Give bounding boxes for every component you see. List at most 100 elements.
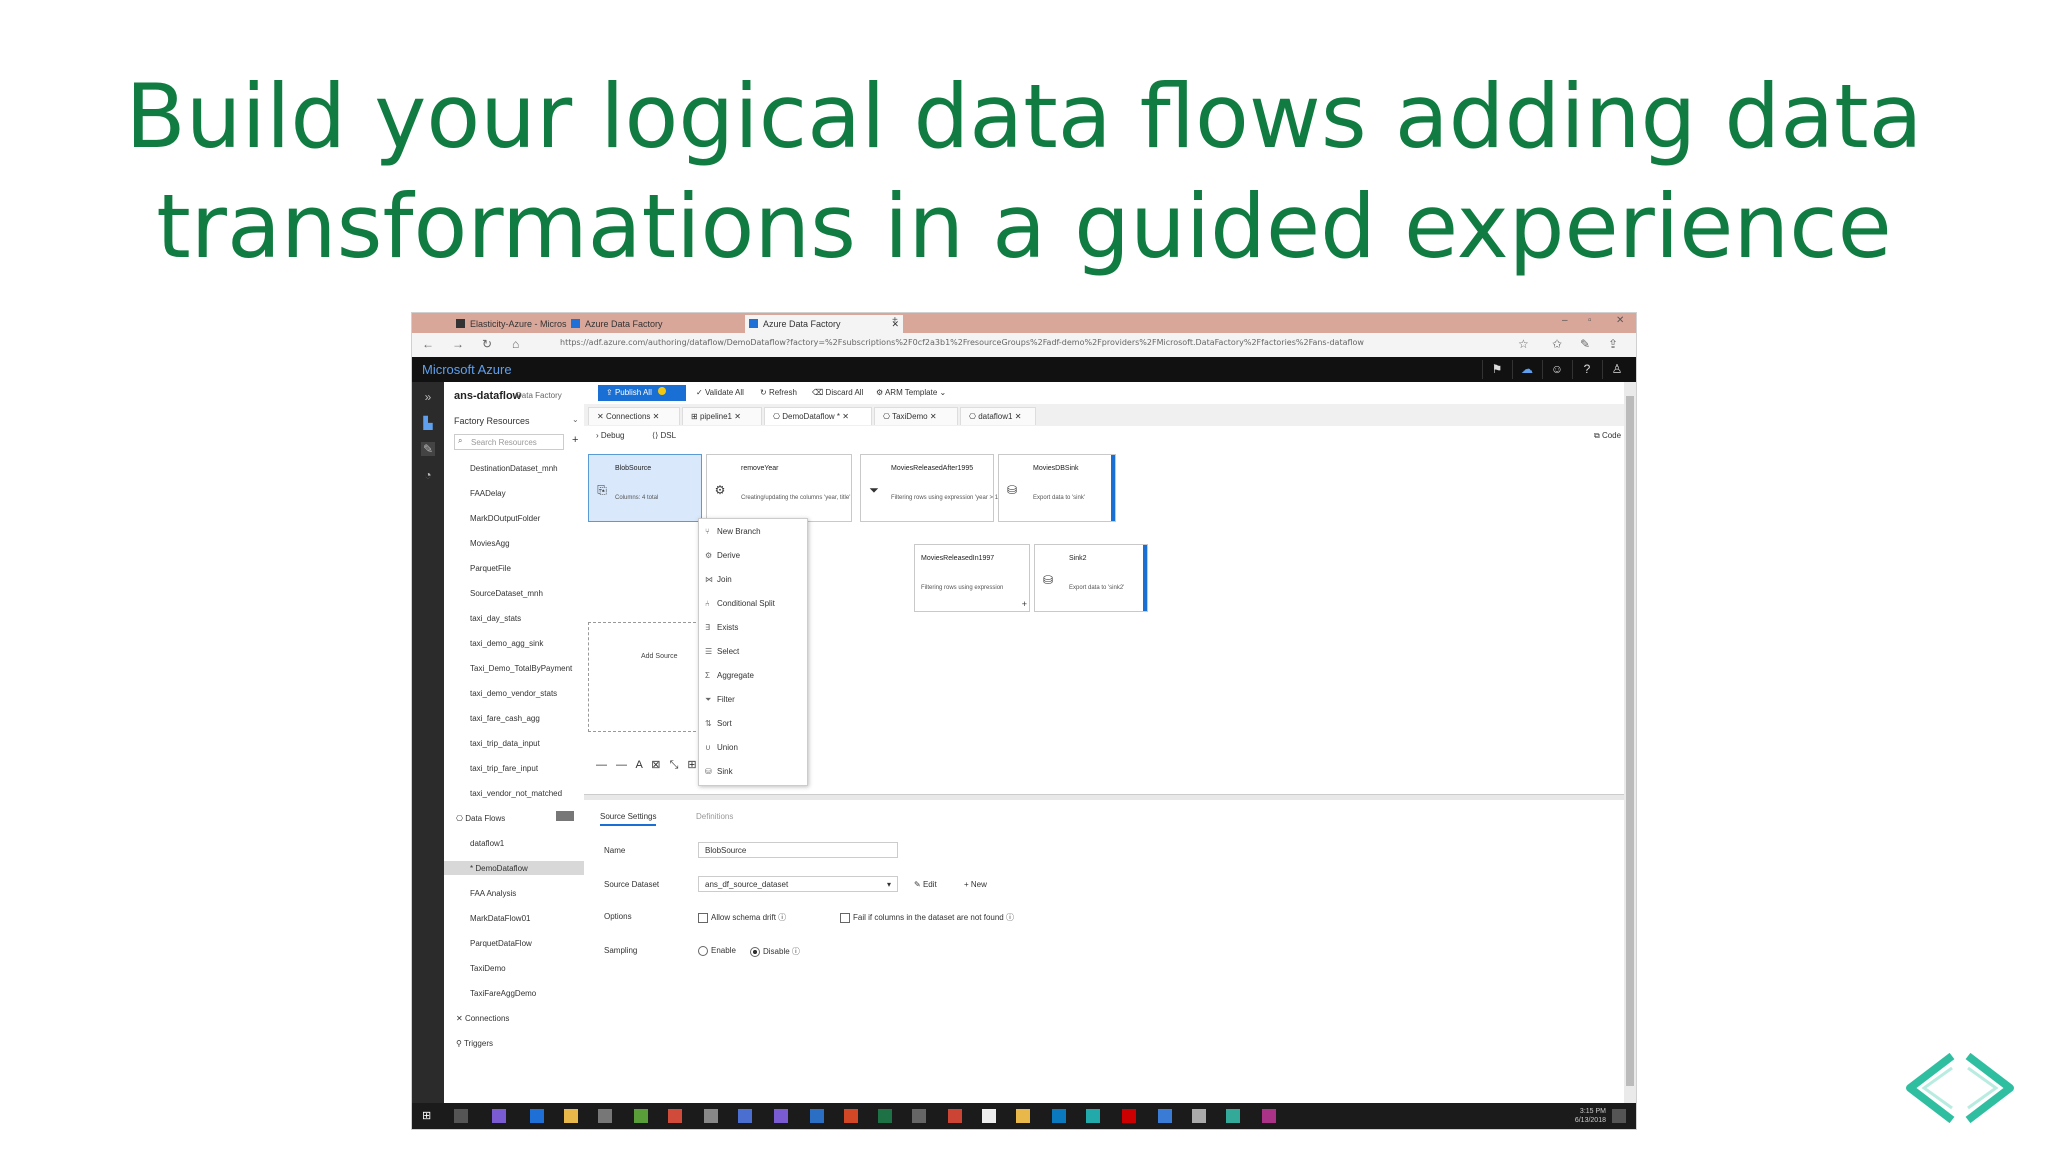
collapse-all-icon[interactable]: ⌄ [572,415,579,424]
powerpoint-icon[interactable] [844,1109,858,1123]
code-button[interactable]: ⧉ Code [1594,431,1621,441]
sink-node[interactable]: ⛁ MoviesDBSink Export data to 'sink' [998,454,1116,522]
search-icon[interactable] [704,1109,718,1123]
dataset-item[interactable]: FAADelay [470,489,506,498]
refresh-icon[interactable]: ↻ [482,337,492,351]
feedback-icon[interactable]: ⚑ [1482,360,1511,379]
menu-item-derive[interactable]: ⚙ Derive [705,549,801,563]
search-input[interactable]: Search Resources [454,434,564,450]
back-icon[interactable]: ← [422,337,434,351]
user-icon[interactable]: ♙ [1602,360,1631,379]
triggers-group[interactable]: ⚲ Triggers [456,1039,493,1048]
tab-definitions[interactable]: Definitions [696,812,733,821]
schema-drift-checkbox[interactable]: Allow schema drift ⓘ [698,912,786,923]
browser-tab[interactable]: Elasticity-Azure - Micros [452,315,582,333]
browser-tab-active[interactable]: Azure Data Factory ✕ [745,315,903,333]
start-icon[interactable]: ⊞ [422,1109,436,1123]
vscode-icon[interactable] [738,1109,752,1123]
tab-taxidemo[interactable]: ⎔ TaxiDemo ✕ [874,407,958,425]
menu-item-exists[interactable]: ∃ Exists [705,621,801,635]
menu-item-new-branch[interactable]: ⑂ New Branch [705,525,801,539]
discard-all-button[interactable]: ⌫ Discard All [812,388,863,397]
dataset-item[interactable]: MarkDOutputFolder [470,514,540,523]
dataset-item[interactable]: taxi_demo_vendor_stats [470,689,557,698]
debug-toggle[interactable]: › Debug [596,431,624,440]
menu-item-select[interactable]: ☰ Select [705,645,801,659]
dataset-item[interactable]: taxi_trip_data_input [470,739,540,748]
dataflow-item[interactable]: FAA Analysis [470,889,516,898]
word-icon[interactable] [810,1109,824,1123]
dataset-item[interactable]: taxi_vendor_not_matched [470,789,562,798]
source-node[interactable]: ⎘ BlobSource Columns: 4 total [588,454,702,522]
dataset-item[interactable]: Taxi_Demo_TotalByPayment [470,664,572,673]
filter-node[interactable]: ⏷ MoviesReleasedAfter1995 Filtering rows… [860,454,1009,522]
dataflow-item[interactable]: dataflow1 [470,839,504,848]
dataset-item[interactable]: taxi_day_stats [470,614,521,623]
arm-template-button[interactable]: ⚙ ARM Template ⌄ [876,388,946,397]
monitor-icon[interactable]: ◔ [421,468,435,482]
dataset-item[interactable]: MoviesAgg [470,539,510,548]
dataset-item[interactable]: DestinationDataset_mnh [470,464,558,473]
app-icon[interactable] [1158,1109,1172,1123]
pen-icon[interactable]: ✎ [1580,337,1590,351]
filter-node-2[interactable]: MoviesReleasedIn1997 Filtering rows usin… [914,544,1030,612]
tab-connections[interactable]: ✕ Connections ✕ [588,407,680,425]
menu-item-sink[interactable]: ⛁ Sink [705,765,801,779]
task-view-icon[interactable] [454,1109,468,1123]
tab-source-settings[interactable]: Source Settings [600,812,657,826]
menu-item-join[interactable]: ⋈ Join [705,573,801,587]
notifications-icon[interactable] [1612,1109,1626,1123]
add-transform-icon[interactable]: + [1022,599,1027,609]
sink-node-2[interactable]: ⛁ Sink2 Export data to 'sink2' [1034,544,1148,612]
fail-missing-columns-checkbox[interactable]: Fail if columns in the dataset are not f… [840,912,1014,923]
app-icon[interactable] [948,1109,962,1123]
dataflow-item[interactable]: TaxiFareAggDemo [470,989,536,998]
dataset-item[interactable]: taxi_demo_agg_sink [470,639,543,648]
dataset-item[interactable]: taxi_trip_fare_input [470,764,538,773]
app-icon[interactable] [634,1109,648,1123]
url-field[interactable]: https://adf.azure.com/authoring/dataflow… [560,338,1480,352]
publish-all-button[interactable]: ⇪ Publish All [598,385,686,401]
add-resource-icon[interactable]: + [572,434,578,446]
chrome-icon[interactable] [668,1109,682,1123]
app-icon[interactable] [598,1109,612,1123]
dataset-item[interactable]: SourceDataset_mnh [470,589,543,598]
dataflow-item[interactable]: MarkDataFlow01 [470,914,530,923]
refresh-button[interactable]: ↻ Refresh [760,388,797,397]
visual-studio-icon[interactable] [492,1109,506,1123]
outlook-icon[interactable] [1052,1109,1066,1123]
dataflow-canvas[interactable]: ⎘ BlobSource Columns: 4 total ⚙ removeYe… [584,446,1636,794]
derived-column-node[interactable]: ⚙ removeYear Creating/updating the colum… [706,454,852,522]
minimize-icon[interactable]: – [1562,315,1568,326]
app-icon[interactable] [912,1109,926,1123]
menu-item-union[interactable]: ∪ Union [705,741,801,755]
validate-all-button[interactable]: ✓ Validate All [696,388,744,397]
menu-item-sort[interactable]: ⇅ Sort [705,717,801,731]
connections-group[interactable]: ✕ Connections [456,1014,509,1023]
menu-item-filter[interactable]: ⏷ Filter [705,693,801,707]
factory-type[interactable]: Data Factory [516,391,562,400]
menu-item-aggregate[interactable]: Σ Aggregate [705,669,801,683]
tab-dataflow1[interactable]: ⎔ dataflow1 ✕ [960,407,1036,425]
sampling-disable-radio[interactable]: Disable ⓘ [750,946,800,957]
favorites-icon[interactable]: ✩ [1552,337,1562,351]
dataflow-item[interactable]: TaxiDemo [470,964,506,973]
skype-icon[interactable] [1226,1109,1240,1123]
cloud-icon[interactable]: ☁ [1512,360,1541,379]
favorite-star-icon[interactable]: ☆ [1518,337,1529,351]
pdf-icon[interactable] [1122,1109,1136,1123]
dataset-item[interactable]: taxi_fare_cash_agg [470,714,540,723]
clock[interactable]: 3:15 PM 6/13/2018 [1575,1107,1606,1125]
share-icon[interactable]: ⇪ [1608,337,1618,351]
help-icon[interactable]: ? [1572,360,1601,379]
menu-item-conditional-split[interactable]: ⑃ Conditional Split [705,597,801,611]
home-icon[interactable]: ⌂ [512,337,519,351]
dataflows-group[interactable]: ⎔ Data Flows [456,814,505,823]
dataflow-item[interactable]: ParquetDataFlow [470,939,532,948]
zoom-controls[interactable]: — — A ⊠ ⤡ ⊞ [596,758,700,772]
excel-icon[interactable] [878,1109,892,1123]
app-icon[interactable] [774,1109,788,1123]
tab-demodataflow[interactable]: ⎔ DemoDataflow * ✕ [764,407,872,425]
app-icon[interactable] [1016,1109,1030,1123]
expand-icon[interactable]: » [421,390,435,404]
